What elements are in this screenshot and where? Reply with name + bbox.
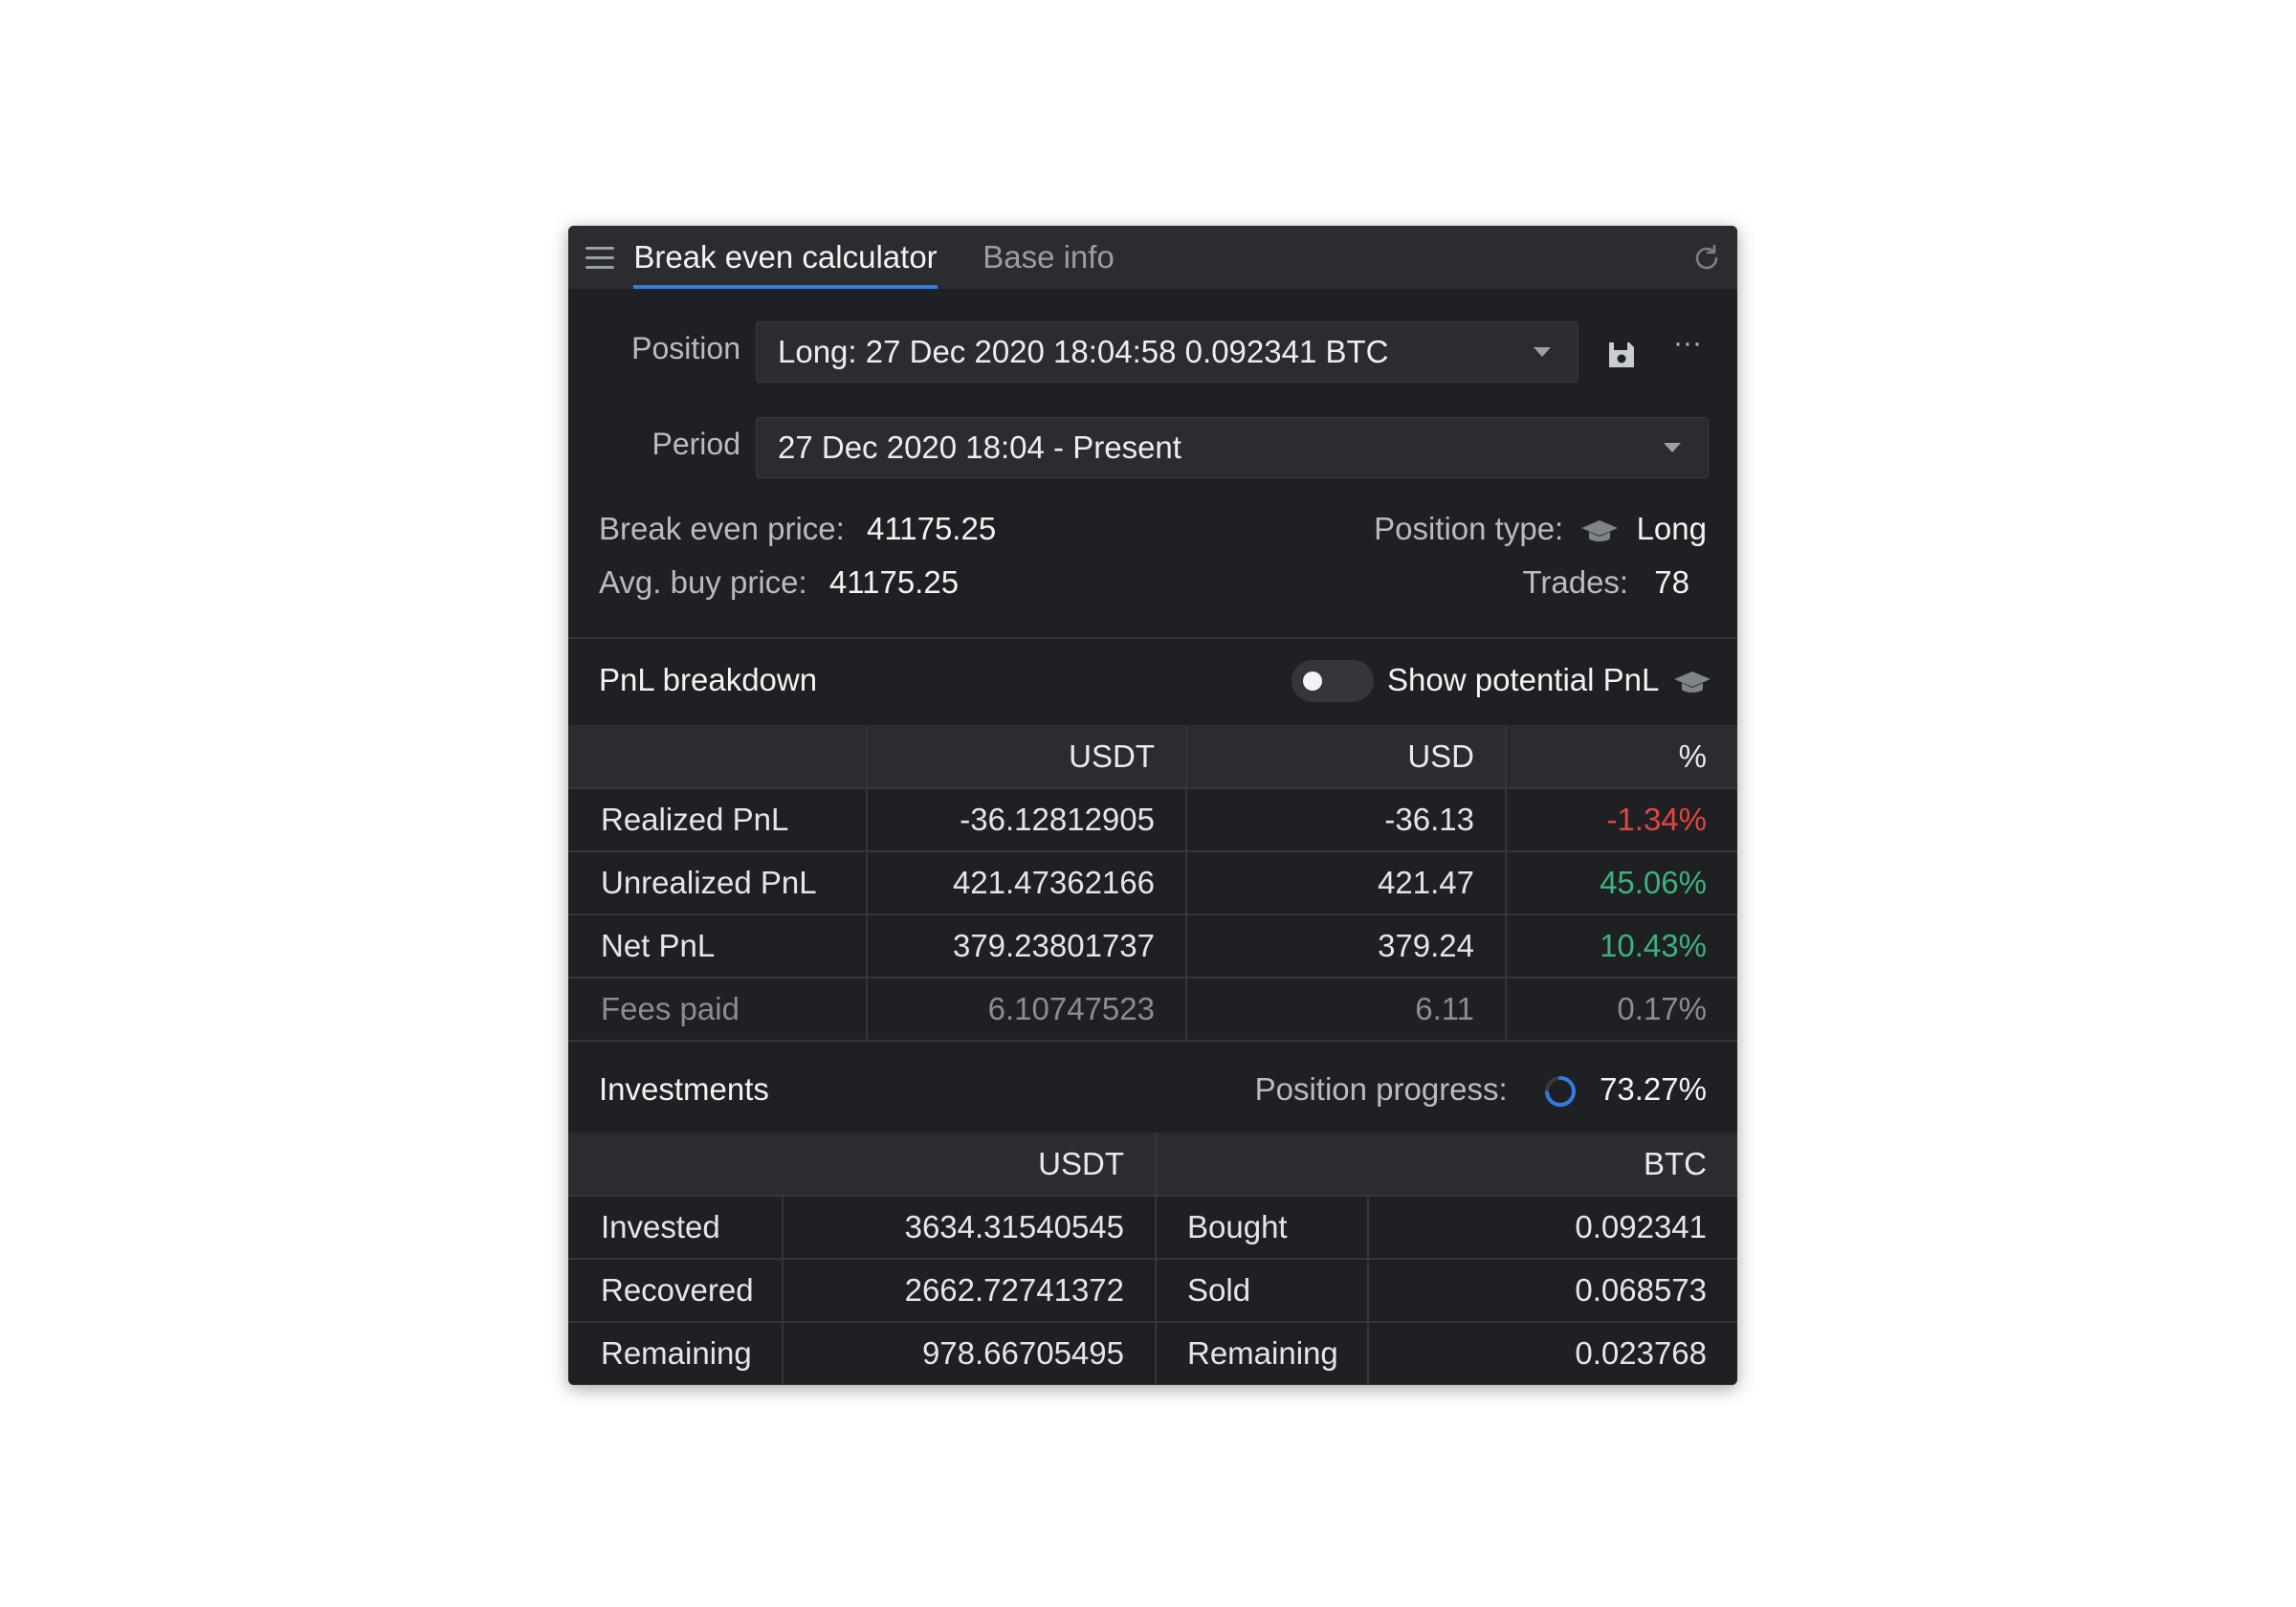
investments-header-row: USDT BTC: [568, 1133, 1737, 1197]
row-label: Net PnL: [568, 914, 868, 979]
row-label-btc: Bought: [1156, 1196, 1369, 1260]
pnl-header-usd: USD: [1186, 725, 1507, 789]
position-type-value: Long: [1636, 511, 1707, 546]
trades-value: 78: [1654, 564, 1689, 600]
show-potential-pnl-label: Show potential PnL: [1387, 662, 1712, 698]
position-type: Position type: Long: [1374, 511, 1707, 547]
toggle-knob: [1303, 671, 1322, 691]
avg-buy-price-label: Avg. buy price:: [599, 564, 807, 600]
cell-usdt: -36.12812905: [867, 788, 1187, 852]
refresh-icon[interactable]: [1691, 243, 1722, 274]
tab-base-info[interactable]: Base info: [970, 226, 1127, 289]
cell-usd: 421.47: [1186, 851, 1507, 915]
cell-btc: 0.068573: [1368, 1259, 1737, 1323]
row-label-btc: Sold: [1156, 1259, 1369, 1323]
position-select-value: Long: 27 Dec 2020 18:04:58 0.092341 BTC: [778, 334, 1389, 369]
period-select[interactable]: 27 Dec 2020 18:04 - Present: [756, 417, 1709, 478]
tab-bar: Break even calculator Base info: [568, 226, 1737, 289]
investments-header-btc: BTC: [1156, 1133, 1737, 1197]
investments-title: Investments: [599, 1071, 769, 1107]
position-type-label: Position type:: [1374, 511, 1564, 546]
position-progress: Position progress: 73.27%: [1255, 1071, 1707, 1109]
cell-pct: 10.43%: [1506, 914, 1737, 979]
row-label: Realized PnL: [568, 788, 868, 852]
break-even-price-label: Break even price:: [599, 511, 845, 546]
cell-usdt: 421.47362166: [867, 851, 1187, 915]
pnl-header-row: USDT USD %: [568, 725, 1737, 789]
break-even-panel: Break even calculator Base info Position…: [568, 226, 1737, 1385]
row-label: Recovered: [568, 1259, 784, 1323]
table-row: Unrealized PnL 421.47362166 421.47 45.06…: [568, 851, 1737, 915]
avg-buy-price-value: 41175.25: [828, 564, 960, 600]
cell-pct: 0.17%: [1506, 978, 1737, 1042]
show-potential-pnl-text: Show potential PnL: [1387, 662, 1659, 697]
cell-pct: 45.06%: [1506, 851, 1737, 915]
table-row: Fees paid 6.10747523 6.11 0.17%: [568, 978, 1737, 1042]
tab-break-even-calculator[interactable]: Break even calculator: [633, 226, 938, 289]
pnl-breakdown-title: PnL breakdown: [599, 662, 818, 697]
pnl-header-pct: %: [1506, 725, 1737, 789]
break-even-price: Break even price: 41175.25: [599, 511, 996, 547]
position-label: Position: [631, 331, 740, 365]
cell-usd: 379.24: [1186, 914, 1507, 979]
cell-btc: 0.092341: [1368, 1196, 1737, 1260]
cell-usdt: 2662.72741372: [783, 1259, 1157, 1323]
progress-ring-icon: [1544, 1076, 1576, 1108]
chevron-down-icon: [1664, 443, 1681, 452]
investments-table: USDT BTC Invested 3634.31540545 Bought 0…: [568, 1133, 1737, 1385]
row-label: Remaining: [568, 1322, 784, 1385]
save-icon[interactable]: [1605, 339, 1638, 371]
row-label: Unrealized PnL: [568, 851, 868, 915]
period-label: Period: [651, 427, 741, 461]
period-select-value: 27 Dec 2020 18:04 - Present: [778, 429, 1181, 465]
row-label: Fees paid: [568, 978, 868, 1042]
row-label: Invested: [568, 1196, 784, 1260]
chevron-down-icon: [1534, 347, 1551, 357]
table-row: Invested 3634.31540545 Bought 0.092341: [568, 1196, 1737, 1260]
cell-usd: 6.11: [1186, 978, 1507, 1042]
cell-usdt: 6.10747523: [867, 978, 1187, 1042]
trades-label: Trades:: [1522, 564, 1629, 600]
cell-pct: -1.34%: [1506, 788, 1737, 852]
cell-usdt: 978.66705495: [783, 1322, 1157, 1385]
pnl-table: USDT USD % Realized PnL -36.12812905 -36…: [568, 725, 1737, 1042]
investments-header-usdt: USDT: [568, 1133, 1157, 1197]
row-label-btc: Remaining: [1156, 1322, 1369, 1385]
divider: [568, 637, 1737, 639]
break-even-price-value: 41175.25: [866, 511, 997, 546]
more-icon[interactable]: ···: [1668, 329, 1707, 367]
table-row: Remaining 978.66705495 Remaining 0.02376…: [568, 1322, 1737, 1385]
cell-usdt: 379.23801737: [867, 914, 1187, 979]
position-progress-value: 73.27%: [1600, 1071, 1707, 1107]
cell-usdt: 3634.31540545: [783, 1196, 1157, 1260]
position-progress-label: Position progress:: [1254, 1071, 1508, 1107]
table-row: Net PnL 379.23801737 379.24 10.43%: [568, 914, 1737, 979]
avg-buy-price: Avg. buy price: 41175.25: [599, 564, 959, 601]
table-row: Recovered 2662.72741372 Sold 0.068573: [568, 1259, 1737, 1323]
show-potential-pnl-toggle[interactable]: [1292, 660, 1374, 702]
table-row: Realized PnL -36.12812905 -36.13 -1.34%: [568, 788, 1737, 852]
graduation-cap-icon[interactable]: [1672, 668, 1712, 696]
cell-usd: -36.13: [1186, 788, 1507, 852]
position-select[interactable]: Long: 27 Dec 2020 18:04:58 0.092341 BTC: [756, 321, 1578, 383]
trades: Trades: 78: [1522, 564, 1689, 601]
graduation-cap-icon[interactable]: [1579, 517, 1620, 545]
menu-icon[interactable]: [585, 247, 614, 270]
pnl-header-label: [568, 725, 868, 789]
cell-btc: 0.023768: [1368, 1322, 1737, 1385]
pnl-header-usdt: USDT: [867, 725, 1187, 789]
